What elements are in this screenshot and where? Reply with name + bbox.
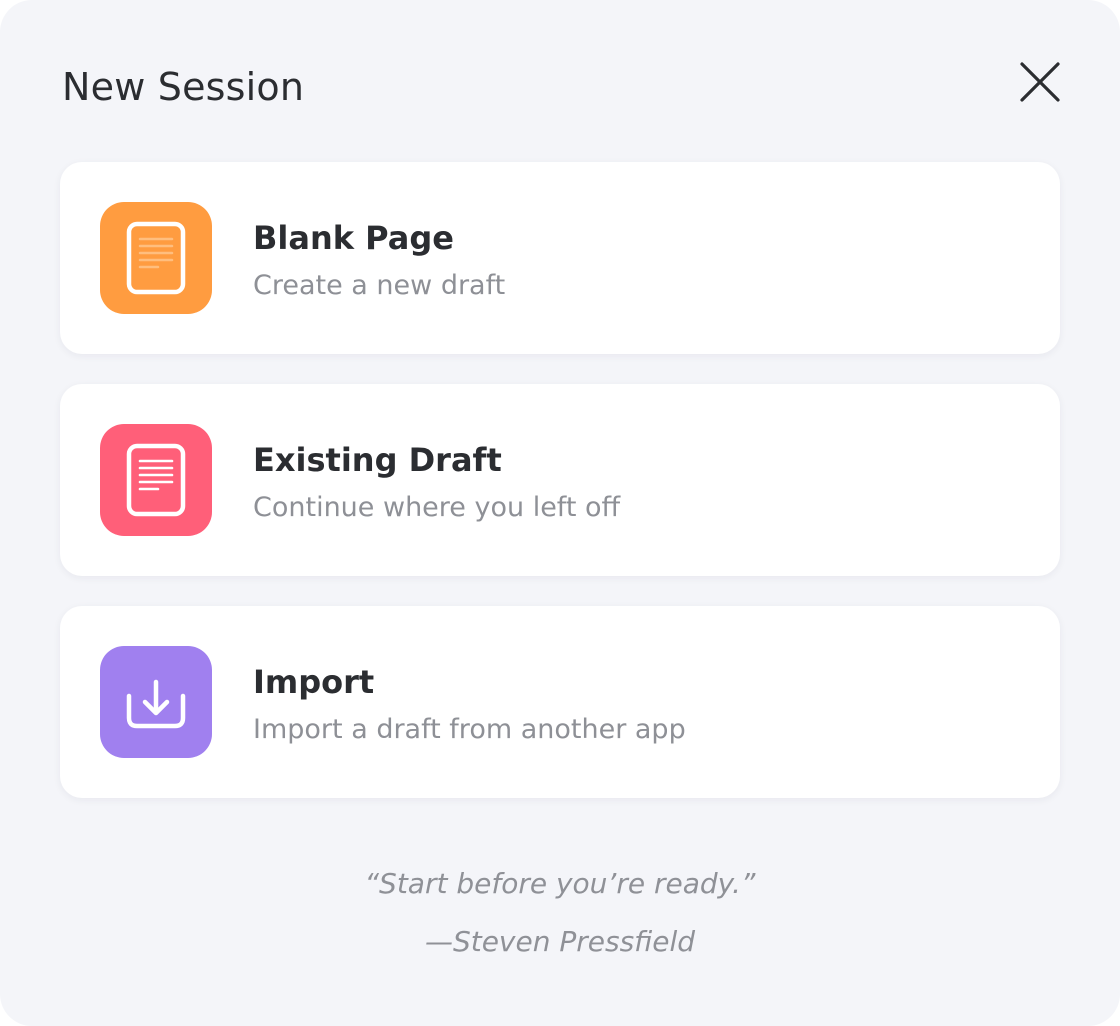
existing-draft-option[interactable]: Existing Draft Continue where you left o… — [60, 384, 1060, 576]
dialog-title: New Session — [62, 65, 305, 109]
existing-draft-title: Existing Draft — [253, 441, 502, 479]
blank-page-title: Blank Page — [253, 219, 454, 257]
blank-page-icon — [126, 221, 186, 295]
blank-page-option[interactable]: Blank Page Create a new draft — [60, 162, 1060, 354]
import-tile — [100, 646, 212, 758]
quote-text: “Start before you’re ready.” — [364, 867, 756, 900]
existing-draft-tile — [100, 424, 212, 536]
import-option[interactable]: Import Import a draft from another app — [60, 606, 1060, 798]
import-icon — [126, 679, 186, 729]
blank-page-subtitle: Create a new draft — [253, 270, 506, 301]
import-title: Import — [253, 663, 375, 701]
close-icon — [1020, 62, 1060, 102]
blank-page-tile — [100, 202, 212, 314]
import-subtitle: Import a draft from another app — [253, 714, 686, 745]
quote-author: —Steven Pressfield — [424, 925, 696, 958]
new-session-dialog: New Session Blank Page Create a new draf… — [0, 0, 1120, 1026]
existing-draft-subtitle: Continue where you left off — [253, 492, 621, 523]
existing-draft-icon — [126, 443, 186, 517]
close-button[interactable] — [1016, 58, 1064, 106]
